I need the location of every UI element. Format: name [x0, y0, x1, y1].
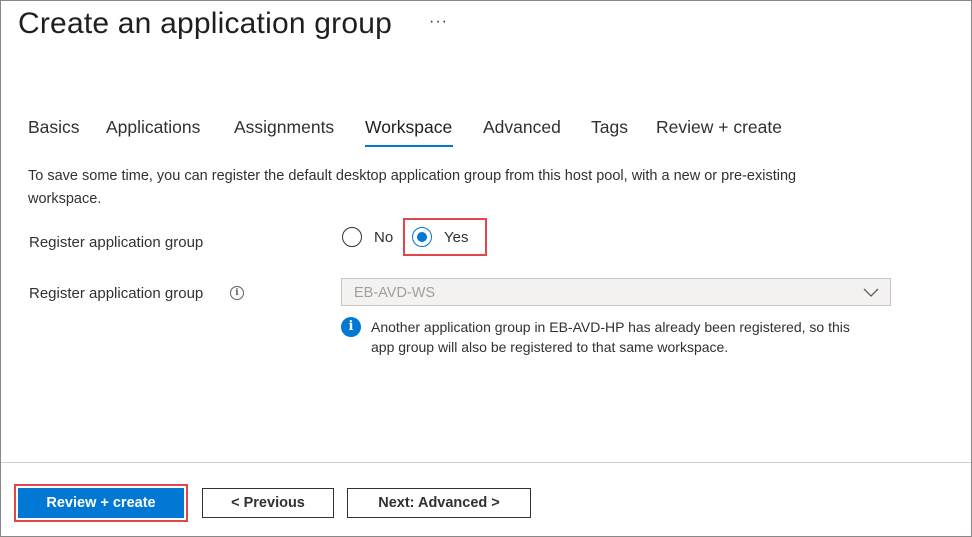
- review-create-highlight-box: [14, 484, 188, 522]
- workspace-description: To save some time, you can register the …: [28, 168, 797, 207]
- workspace-dropdown-value: EB-AVD-WS: [354, 285, 436, 301]
- tab-basics[interactable]: Basics: [28, 117, 80, 138]
- tab-assignments[interactable]: Assignments: [234, 117, 334, 138]
- active-tab-indicator: [365, 145, 453, 147]
- tab-review-create[interactable]: Review + create: [656, 117, 782, 138]
- info-icon[interactable]: i: [230, 286, 244, 300]
- tab-workspace[interactable]: Workspace: [365, 117, 452, 138]
- next-advanced-button[interactable]: Next: Advanced >: [347, 488, 531, 518]
- radio-no[interactable]: [342, 227, 362, 247]
- page-title: Create an application group: [18, 7, 392, 40]
- info-filled-icon: i: [341, 317, 361, 337]
- chevron-down-icon: [863, 288, 879, 297]
- yes-highlight-box: [403, 218, 487, 256]
- footer-divider: [1, 462, 971, 463]
- radio-no-label[interactable]: No: [374, 229, 393, 246]
- more-options-icon[interactable]: ···: [429, 13, 448, 31]
- create-app-group-blade: Create an application group ··· Basics A…: [0, 0, 972, 537]
- workspace-dropdown[interactable]: EB-AVD-WS: [341, 278, 891, 306]
- previous-button[interactable]: < Previous: [202, 488, 334, 518]
- tab-tags[interactable]: Tags: [591, 117, 628, 138]
- tab-advanced[interactable]: Advanced: [483, 117, 561, 138]
- info-message: Another application group in EB-AVD-HP h…: [371, 319, 850, 355]
- workspace-select-label: Register application group: [29, 285, 204, 302]
- tab-applications[interactable]: Applications: [106, 117, 200, 138]
- register-app-group-label: Register application group: [29, 234, 204, 251]
